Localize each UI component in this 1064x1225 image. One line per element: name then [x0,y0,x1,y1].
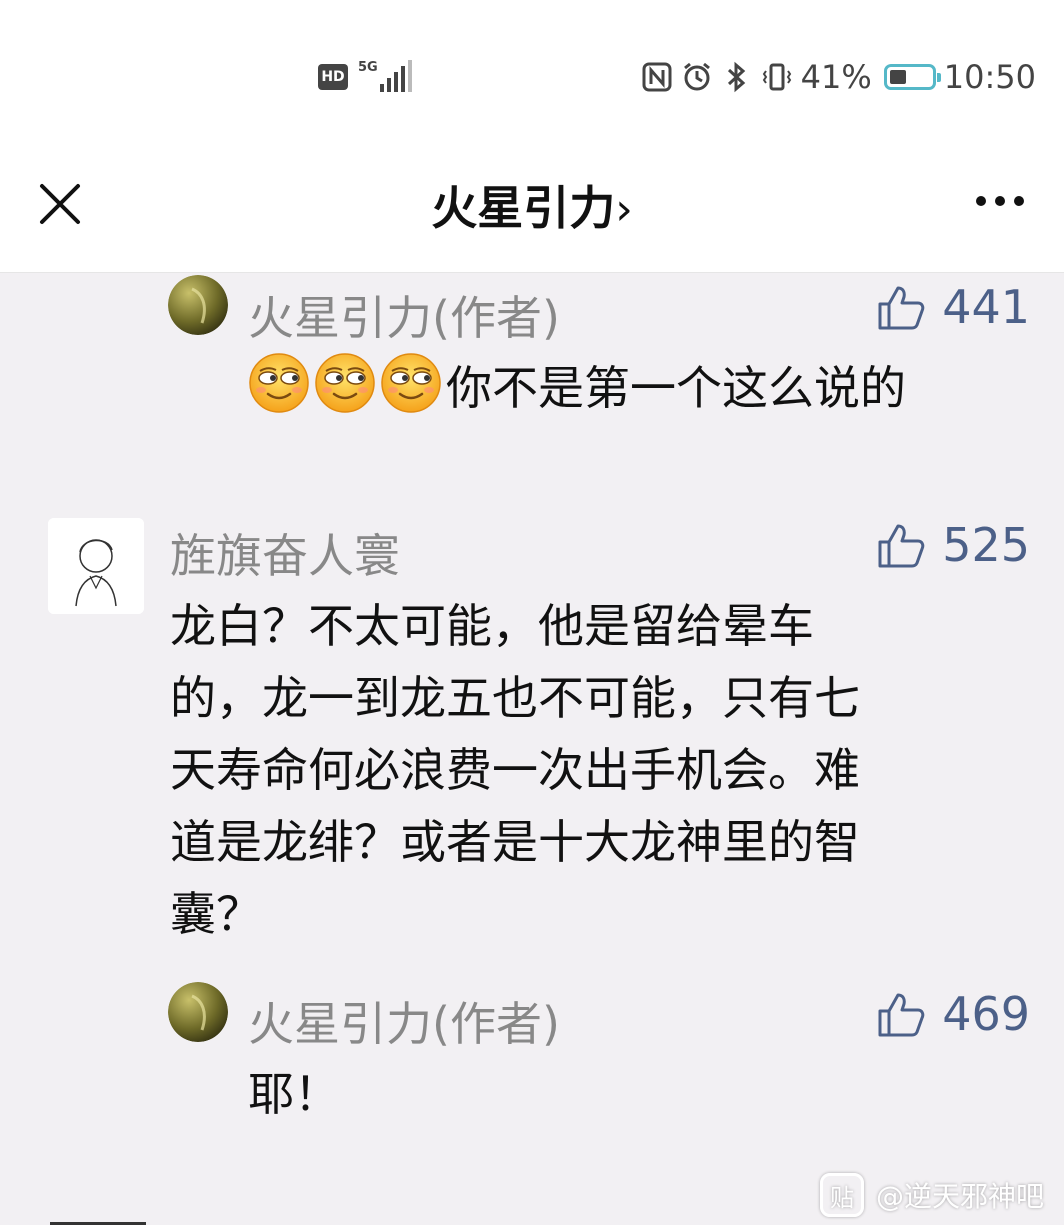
nfc-icon [641,61,673,93]
watermark-text: @逆天邪神吧 [875,1180,1044,1213]
clock: 10:50 [943,58,1036,96]
like-button[interactable]: 525 [876,518,1030,572]
comment-line: 囊？ [170,887,262,941]
page-title-text: 火星引力 [431,181,616,235]
alarm-icon [681,61,713,93]
smirk-emoji-icon [381,353,441,413]
comment-username[interactable]: 火星引力(作者) [248,282,560,348]
status-bar: HD 5G 41% 10:50 [0,0,1064,140]
bluetooth-icon [721,61,753,93]
thumbs-up-icon [878,993,925,1037]
smirk-emoji-icon [315,353,375,413]
emoji-row [248,353,446,415]
author-avatar[interactable] [168,275,228,335]
page-title[interactable]: 火星引力› [0,172,1064,238]
comment-text: 耶！ [248,1067,340,1121]
comment-username[interactable]: 旌旗奋人寰 [170,520,400,586]
hd-badge: HD [318,64,348,90]
status-right: 41% 10:50 [641,58,1036,96]
author-avatar[interactable] [168,982,228,1042]
comment-text: 你不是第一个这么说的 [248,352,906,424]
commenter-avatar[interactable] [48,518,144,614]
tieba-logo-icon: 贴 [819,1173,864,1217]
signal-icon: 5G [358,60,418,94]
comment-line: 天寿命何必浪费一次出手机会。难 [170,743,860,797]
battery-icon [883,64,941,90]
watermark: 贴 @逆天邪神吧 [819,1173,1044,1217]
smirk-emoji-icon [249,353,309,413]
thumbs-up-icon [878,524,925,568]
vibrate-icon [761,61,793,93]
comment-line: 道是龙绯？或者是十大龙神里的智 [170,815,860,869]
network-label: 5G [358,60,378,75]
like-count: 525 [942,518,1030,572]
chevron-right-icon: › [615,184,633,235]
title-bar: 火星引力› [0,140,1064,273]
comment-username[interactable]: 火星引力(作者) [248,988,560,1054]
battery-percent: 41% [800,58,872,96]
more-button[interactable] [976,196,1024,206]
like-count: 441 [942,280,1030,334]
like-button[interactable]: 469 [876,987,1030,1041]
comment-line: 龙白？不太可能，他是留给晕车 [170,599,814,653]
comment-line: 的，龙一到龙五也不可能，只有七 [170,671,860,725]
thumbs-up-icon [878,286,925,330]
comment-text-content: 你不是第一个这么说的 [446,361,906,415]
status-left: HD 5G [318,60,418,94]
more-dots-icon [976,196,986,206]
like-count: 469 [942,987,1030,1041]
comment-text: 龙白？不太可能，他是留给晕车 的，龙一到龙五也不可能，只有七 天寿命何必浪费一次… [170,590,1010,950]
like-button[interactable]: 441 [876,280,1030,334]
